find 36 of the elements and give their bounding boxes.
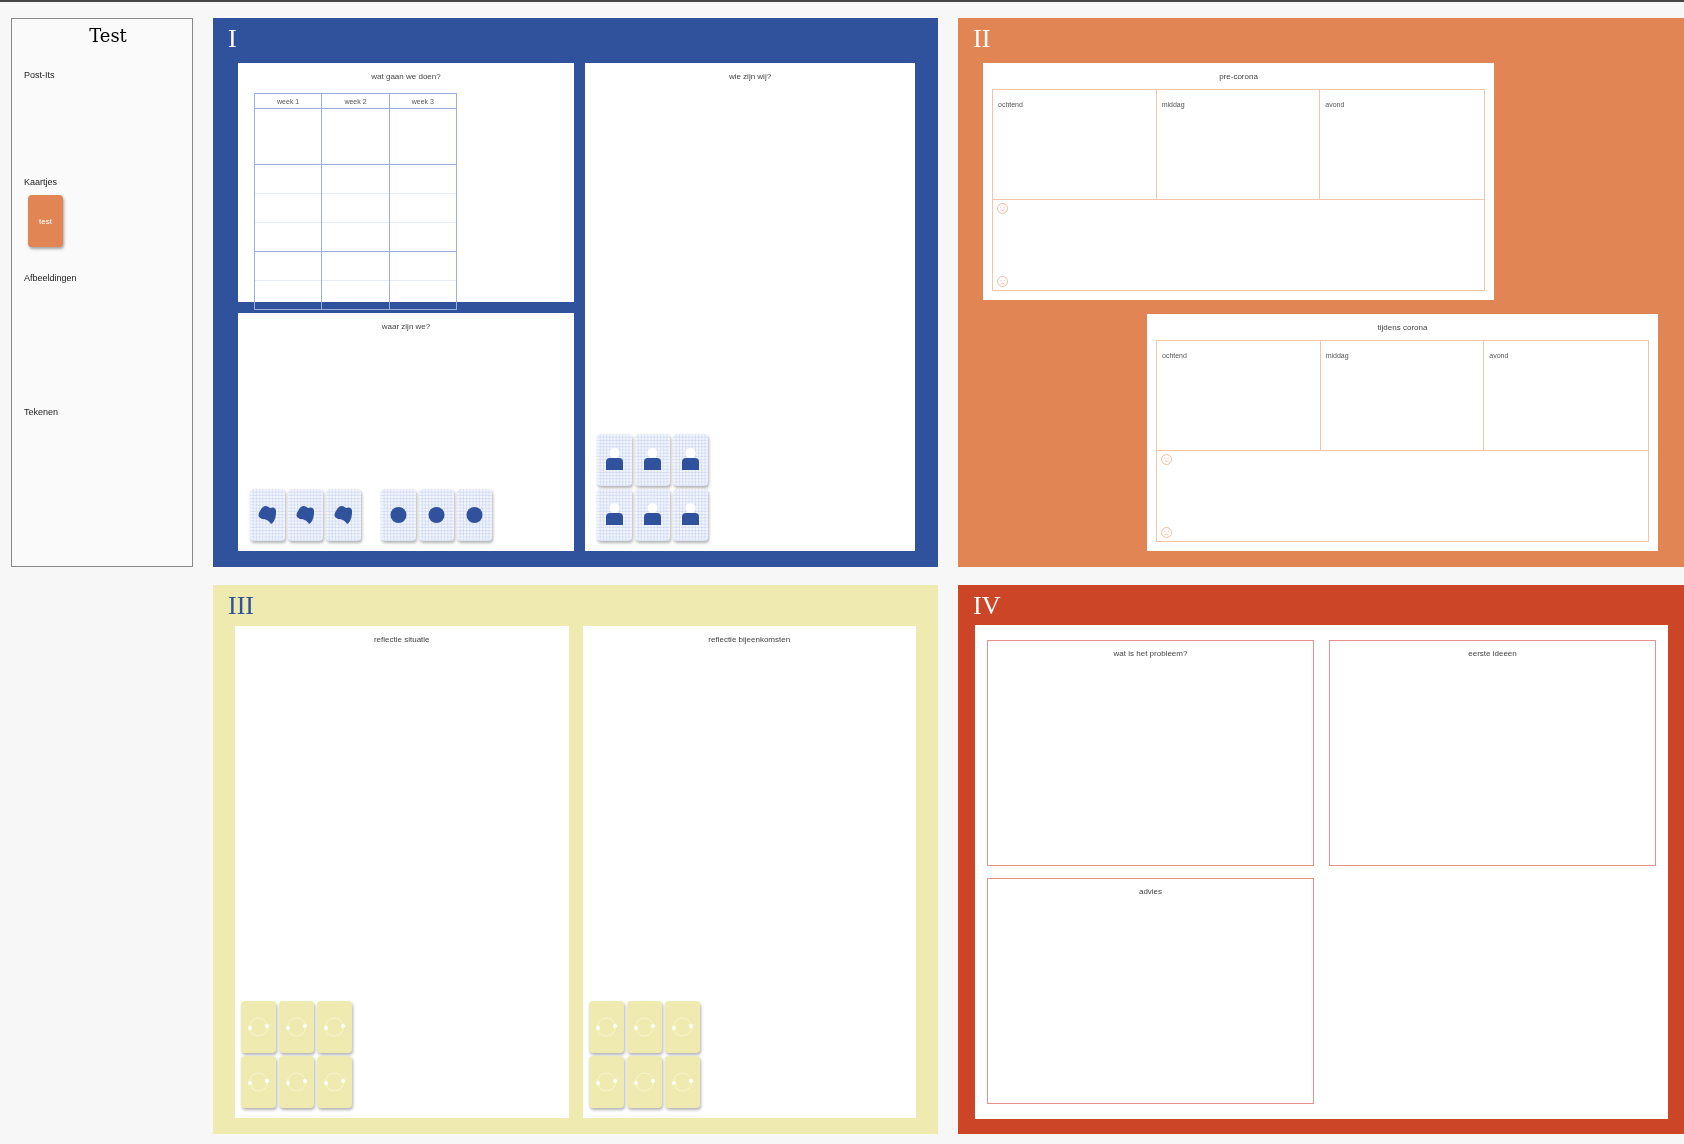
person-card-icon[interactable] — [673, 489, 708, 541]
section-label: Tekenen — [24, 407, 60, 417]
person-card-icon[interactable] — [597, 434, 632, 486]
person-card-icon[interactable] — [635, 489, 670, 541]
quadrant-numeral: II — [973, 26, 991, 52]
section-label: Post-Its — [24, 70, 56, 80]
box-title: eerste ideeen — [1468, 649, 1517, 658]
person-card-icon[interactable] — [635, 434, 670, 486]
section-label: Kaartjes — [24, 177, 59, 187]
smiley-icon — [1161, 454, 1172, 465]
person-card-icon[interactable] — [597, 489, 632, 541]
quadrant-numeral: III — [228, 593, 254, 619]
quadrant-numeral: IV — [973, 593, 1001, 619]
sad-face-icon — [1161, 527, 1172, 538]
dot-card-icon[interactable] — [419, 489, 454, 541]
section-label: Afbeeldingen — [24, 273, 78, 283]
panel-title: wie zijn wij? — [728, 72, 772, 81]
dot-card-icon[interactable] — [457, 489, 492, 541]
blob-card-icon[interactable] — [250, 489, 285, 541]
dot-card-icon[interactable] — [381, 489, 416, 541]
panel-title: reflectie situatie — [373, 635, 430, 644]
blob-card-icon[interactable] — [326, 489, 361, 541]
sad-face-icon — [997, 276, 1008, 287]
box-title: wat is het probleem? — [1113, 649, 1188, 658]
smiley-icon — [997, 203, 1008, 214]
person-card-icon[interactable] — [673, 434, 708, 486]
template-card[interactable]: test — [28, 195, 63, 247]
blob-card-icon[interactable] — [288, 489, 323, 541]
sidebar-title: Test — [88, 25, 128, 46]
panel-title: waar zijn we? — [381, 322, 431, 331]
quadrant-numeral: I — [228, 26, 237, 52]
panel-title: pre-corona — [1219, 72, 1258, 81]
panel-title: tijdens corona — [1377, 323, 1428, 332]
panel-title: wat gaan we doen? — [371, 72, 441, 81]
panel-title: reflectie bijeenkomsten — [708, 635, 791, 644]
box-title: advies — [1138, 887, 1163, 896]
